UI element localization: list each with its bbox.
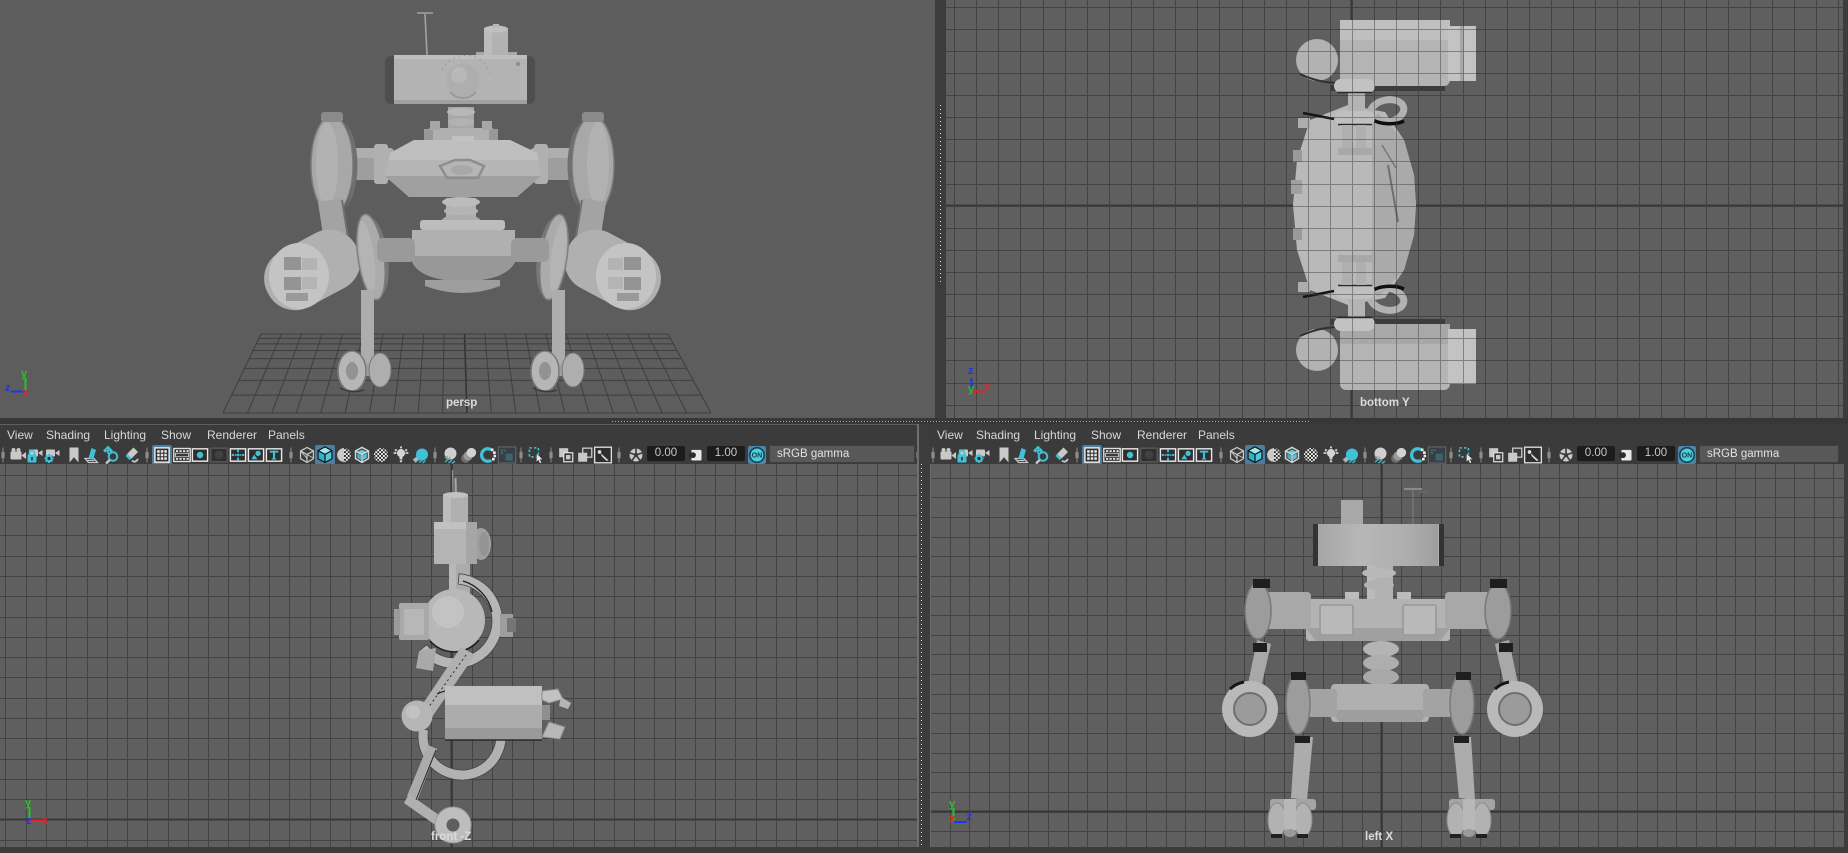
- svg-text:x: x: [22, 387, 29, 399]
- svg-text:z: z: [968, 365, 974, 377]
- svg-text:x: x: [949, 813, 956, 825]
- svg-text:y: y: [968, 383, 975, 395]
- svg-text:z: z: [5, 382, 11, 394]
- svg-text:z: z: [26, 815, 32, 827]
- svg-text:z: z: [967, 811, 973, 823]
- svg-text:x: x: [42, 815, 49, 827]
- svg-text:x: x: [984, 381, 991, 393]
